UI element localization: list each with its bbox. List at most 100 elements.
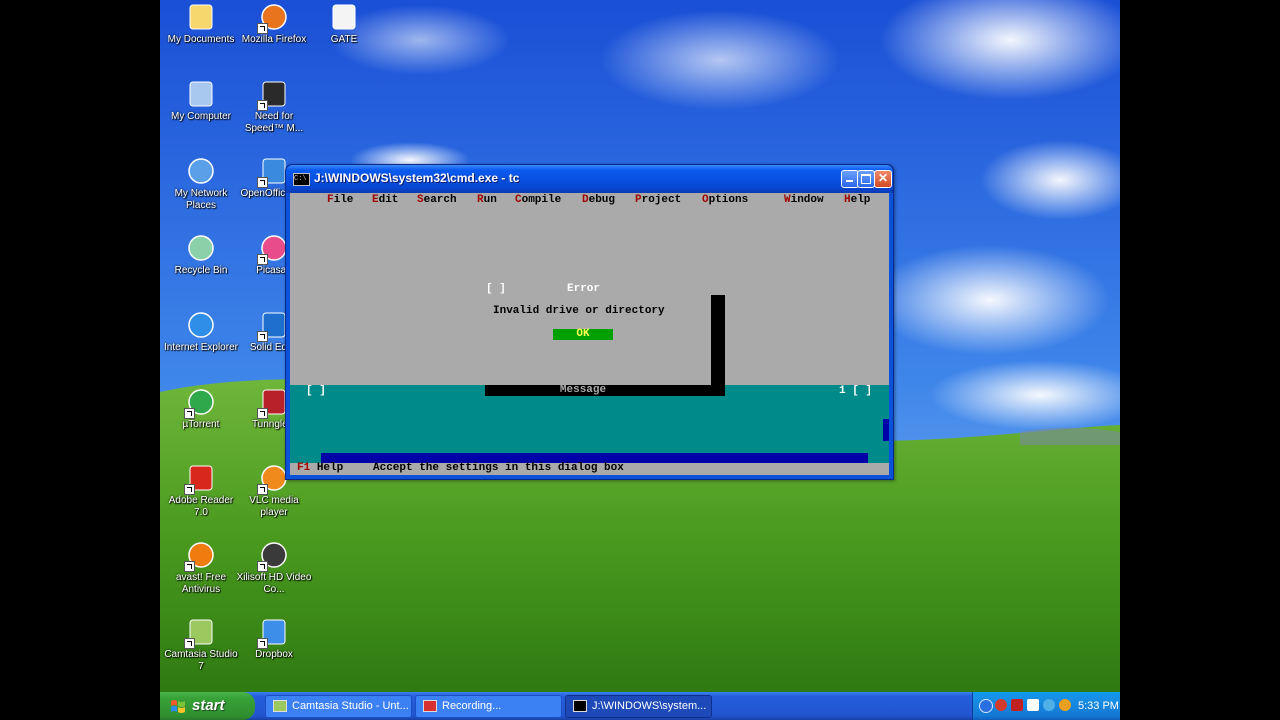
taskbar-button[interactable]: Recording... xyxy=(415,695,562,718)
desktop-icon[interactable]: Dropbox xyxy=(236,617,312,661)
dialog-title: Error xyxy=(567,283,601,295)
help-hotkey[interactable]: F1 Help xyxy=(297,462,343,474)
maximize-button[interactable] xyxy=(857,170,875,188)
antivirus-tray-icon[interactable] xyxy=(995,699,1007,711)
shortcut-arrow-icon xyxy=(257,638,268,649)
network-tray-icon[interactable] xyxy=(1011,699,1023,711)
desktop-icon[interactable]: Mozilla Firefox xyxy=(236,2,312,46)
camtasia-icon xyxy=(273,700,287,713)
taskbar-button-label: Recording... xyxy=(442,700,502,712)
menu-hotkey: H xyxy=(844,194,851,206)
menu-hotkey: R xyxy=(477,194,484,206)
menu-item[interactable]: Debug xyxy=(582,194,615,206)
desktop-icon-label: Mozilla Firefox xyxy=(241,34,307,45)
menu-item[interactable]: File xyxy=(327,194,353,206)
desktop-icon-label: Dropbox xyxy=(255,649,293,660)
desktop-icon-label: Internet Explorer xyxy=(164,342,238,353)
desktop-icon-label: VLC media player xyxy=(249,495,299,518)
shortcut-arrow-icon xyxy=(184,638,195,649)
system-tray: 5:33 PM xyxy=(972,692,1120,720)
recycle-bin-icon xyxy=(186,233,216,263)
start-button[interactable]: start xyxy=(160,692,255,720)
utorrent-icon xyxy=(184,387,216,419)
console-window[interactable]: C:\ J:\WINDOWS\system32\cmd.exe - tc ✕ F… xyxy=(285,164,894,480)
desktop-icon[interactable]: Recycle Bin xyxy=(163,233,239,277)
desktop-icon-label: µTorrent xyxy=(182,419,220,430)
window-titlebar[interactable]: C:\ J:\WINDOWS\system32\cmd.exe - tc ✕ xyxy=(286,165,893,193)
desktop-icon[interactable]: GATE xyxy=(306,2,382,46)
start-label: start xyxy=(192,697,225,714)
menu-item[interactable]: Project xyxy=(635,194,681,206)
vertical-scrollbar[interactable] xyxy=(883,419,889,441)
taskbar-button-label: J:\WINDOWS\system... xyxy=(592,700,707,712)
avast-icon xyxy=(184,540,216,572)
menu-item[interactable]: Help xyxy=(844,194,870,206)
menu-hotkey: C xyxy=(515,194,522,206)
adobe-reader-icon xyxy=(184,463,216,495)
menu-item[interactable]: Search xyxy=(417,194,457,206)
close-button[interactable]: ✕ xyxy=(874,170,892,188)
message-window-close-box[interactable]: [ ] xyxy=(306,385,326,397)
desktop-icon[interactable]: Internet Explorer xyxy=(163,310,239,354)
clock[interactable]: 5:33 PM xyxy=(1078,700,1119,712)
taskbar-button[interactable]: Camtasia Studio - Unt... xyxy=(265,695,412,718)
desktop-icon-label: My Documents xyxy=(167,34,235,45)
shortcut-arrow-icon xyxy=(257,408,268,419)
menu-item[interactable]: Options xyxy=(702,194,748,206)
menu-label: ptions xyxy=(708,194,749,206)
desktop-icon-label: Recycle Bin xyxy=(174,265,228,276)
dialog-close-box[interactable]: [ ] xyxy=(486,283,506,295)
shortcut-arrow-icon xyxy=(184,561,195,572)
desktop-icon[interactable]: Need for Speed™ M... xyxy=(236,79,312,135)
show-hidden-icon[interactable] xyxy=(979,699,993,713)
menu-hotkey: P xyxy=(635,194,642,206)
update-icon[interactable] xyxy=(1059,699,1071,711)
ide-statusbar: F1 Help Accept the settings in this dial… xyxy=(290,462,889,475)
desktop-icon[interactable]: avast! Free Antivirus xyxy=(163,540,239,596)
menu-item[interactable]: Compile xyxy=(515,194,561,206)
my-computer-icon xyxy=(186,79,216,109)
ok-button[interactable]: OK xyxy=(553,329,613,340)
messenger-icon[interactable] xyxy=(1043,699,1055,711)
maximize-icon xyxy=(861,174,871,184)
my-documents-icon xyxy=(186,2,216,32)
menu-label: roject xyxy=(641,194,682,206)
shortcut-arrow-icon xyxy=(257,331,268,342)
desktop-screen: My Documents Mozilla Firefox GATE My Comput… xyxy=(160,0,1120,720)
desktop-icon[interactable]: My Documents xyxy=(163,2,239,46)
window-title: J:\WINDOWS\system32\cmd.exe - tc xyxy=(314,171,520,185)
turbo-c-console[interactable]: File Edit Search Run Compile Debug Project Opti… xyxy=(290,193,889,475)
desktop-icon[interactable]: Camtasia Studio 7 xyxy=(163,617,239,673)
menu-item[interactable]: Run xyxy=(477,194,497,206)
desktop-icon-label: My Network Places xyxy=(174,188,228,211)
dropbox-icon xyxy=(257,617,289,649)
dialog-message: Invalid drive or directory xyxy=(493,305,665,317)
menu-hotkey: O xyxy=(702,194,709,206)
menu-label: earch xyxy=(423,194,457,206)
desktop-icon[interactable]: My Network Places xyxy=(163,156,239,212)
volume-icon[interactable] xyxy=(1027,699,1039,711)
shortcut-arrow-icon xyxy=(257,177,268,188)
desktop-icon[interactable]: My Computer xyxy=(163,79,239,123)
desktop-icon-label: Camtasia Studio 7 xyxy=(164,649,238,672)
menu-hotkey: E xyxy=(372,194,379,206)
network-places-icon xyxy=(186,156,216,186)
hotkey-label: Help xyxy=(316,462,344,474)
camtasia-icon xyxy=(184,617,216,649)
firefox-icon xyxy=(257,2,289,34)
shortcut-arrow-icon xyxy=(257,100,268,111)
internet-explorer-icon xyxy=(186,310,216,340)
taskbar-button-label: Camtasia Studio - Unt... xyxy=(292,700,409,712)
menu-label: dit xyxy=(378,194,399,206)
desktop-icon[interactable]: µTorrent xyxy=(163,387,239,431)
desktop-icon[interactable]: Adobe Reader 7.0 xyxy=(163,463,239,519)
taskbar-button[interactable]: J:\WINDOWS\system... xyxy=(565,695,712,718)
desktop-icon[interactable]: Xilisoft HD Video Co... xyxy=(236,540,312,596)
message-window-number[interactable]: 1 [ ] xyxy=(839,385,872,397)
desktop-icon-label: avast! Free Antivirus xyxy=(175,572,227,595)
windows-logo-icon xyxy=(171,700,185,713)
menu-hotkey: S xyxy=(417,194,424,206)
menu-item[interactable]: Window xyxy=(784,194,824,206)
console-icon[interactable]: C:\ xyxy=(293,173,310,186)
menu-item[interactable]: Edit xyxy=(372,194,398,206)
